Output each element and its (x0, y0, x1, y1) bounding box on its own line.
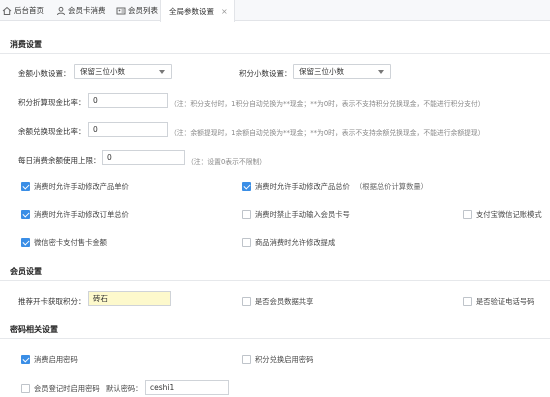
balance-rate-label: 余额兑换现金比率： (18, 127, 86, 136)
tab-member-consume[interactable]: 会员卡消费 (56, 0, 106, 21)
referral-points-label: 推荐开卡获取积分： (18, 297, 86, 306)
referral-points-input[interactable]: 砖石 (88, 291, 171, 306)
amount-decimal-select[interactable]: 保留三位小数 (74, 64, 172, 79)
allow-edit-total-label: 消费时允许手动修改产品总价 (255, 182, 350, 191)
verify-phone-checkbox[interactable] (463, 297, 472, 306)
verify-phone-label: 是否验证电话号码 (476, 297, 535, 306)
consume-section-title: 消费设置 (10, 40, 42, 49)
divider (0, 53, 550, 54)
tab-member-list-label: 会员列表 (128, 6, 158, 15)
id-card-icon (116, 7, 126, 14)
share-data-label: 是否会员数据共享 (255, 297, 314, 306)
allow-edit-order-total-checkbox[interactable] (21, 210, 30, 219)
close-icon[interactable]: × (221, 1, 228, 22)
member-section-title: 会员设置 (10, 267, 42, 276)
points-decimal-value: 保留三位小数 (299, 67, 344, 76)
allow-edit-price-label: 消费时允许手动修改产品单价 (34, 182, 129, 191)
share-data-checkbox[interactable] (242, 297, 251, 306)
alipay-wechat-mode-checkbox[interactable] (463, 210, 472, 219)
balance-rate-input[interactable]: 0 (88, 122, 168, 137)
default-password-label: 默认密码： (106, 384, 143, 393)
tab-member-list[interactable]: 会员列表 (116, 0, 158, 21)
alipay-wechat-mode-label: 支付宝微信记账模式 (476, 210, 542, 219)
chevron-down-icon (378, 70, 384, 74)
home-icon (2, 6, 12, 15)
tab-member-consume-label: 会员卡消费 (68, 6, 106, 15)
tab-global-settings[interactable]: 全局参数设置 × (160, 0, 235, 22)
forbid-manual-card-label: 消费时禁止手动输入会员卡号 (255, 210, 350, 219)
tab-bar: 后台首页 会员卡消费 会员列表 全局参数设置 × (0, 0, 550, 22)
allow-edit-price-checkbox[interactable] (21, 182, 30, 191)
allow-edit-commission-checkbox[interactable] (242, 238, 251, 247)
tab-home[interactable]: 后台首页 (2, 0, 44, 21)
points-rate-note: （注：积分支付时，1积分自动兑换为**现金；**为0时，表示不支持积分兑换现金，… (170, 100, 485, 108)
points-decimal-select[interactable]: 保留三位小数 (293, 64, 391, 79)
register-password-label: 会员登记时启用密码 (34, 384, 100, 393)
wechat-card-balance-label: 微信密卡支付售卡金额 (34, 238, 107, 247)
chevron-down-icon (159, 70, 165, 74)
divider (0, 280, 550, 281)
tab-global-settings-label: 全局参数设置 (169, 6, 214, 16)
daily-limit-label: 每日消费余额使用上限： (18, 156, 101, 165)
daily-limit-note: （注：设置0表示不限制） (187, 158, 267, 166)
amount-decimal-label: 金额小数设置： (18, 69, 71, 78)
allow-edit-total-note: （根据总价计算数量） (355, 182, 428, 191)
divider (0, 338, 550, 339)
allow-edit-total-checkbox[interactable] (242, 182, 251, 191)
tab-home-label: 后台首页 (14, 6, 44, 15)
amount-decimal-value: 保留三位小数 (80, 67, 125, 76)
balance-rate-note: （注：余额提现时，1余额自动兑换为**现金；**为0时，表示不支持余额兑换现金，… (170, 129, 485, 137)
password-section-title: 密码相关设置 (10, 325, 58, 334)
daily-limit-input[interactable]: 0 (102, 150, 185, 165)
points-rate-input[interactable]: 0 (88, 93, 168, 108)
consume-password-checkbox[interactable] (21, 355, 30, 364)
wechat-card-balance-checkbox[interactable] (21, 238, 30, 247)
allow-edit-order-total-label: 消费时允许手动修改订单总价 (34, 210, 129, 219)
points-password-checkbox[interactable] (242, 355, 251, 364)
points-rate-label: 积分折算现金比率： (18, 98, 86, 107)
consume-password-label: 消费启用密码 (34, 355, 78, 364)
points-decimal-label: 积分小数设置： (239, 69, 292, 78)
register-password-checkbox[interactable] (21, 384, 30, 393)
forbid-manual-card-checkbox[interactable] (242, 210, 251, 219)
points-password-label: 积分兑换启用密码 (255, 355, 314, 364)
user-icon (57, 6, 65, 15)
default-password-input[interactable]: ceshi1 (145, 380, 229, 395)
allow-edit-commission-label: 商品消费时允许修改提成 (255, 238, 336, 247)
